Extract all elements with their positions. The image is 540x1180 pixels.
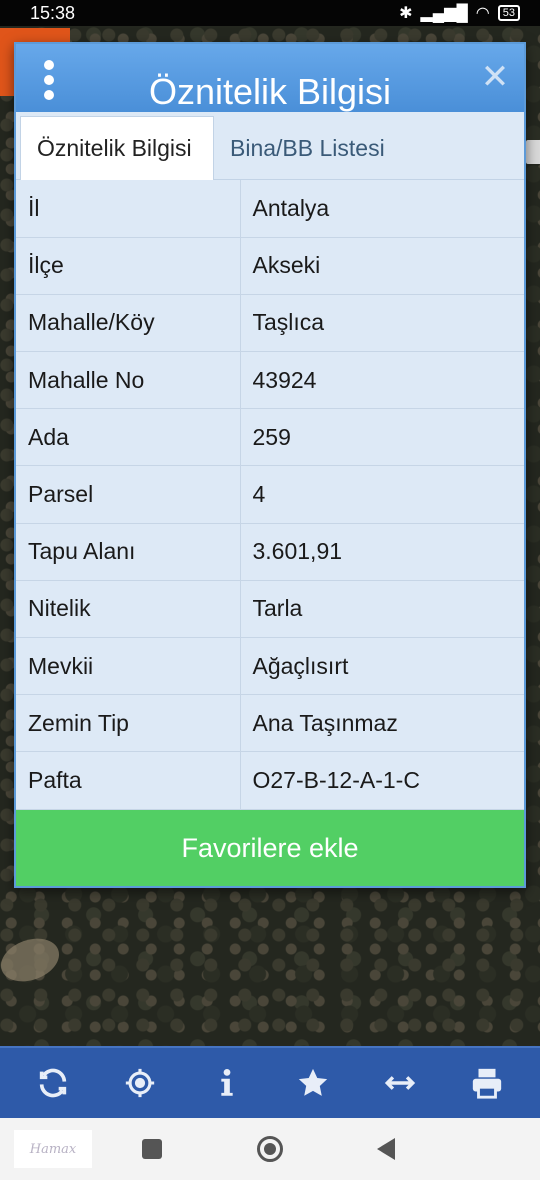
attribute-table: İl Antalya İlçe Akseki Mahalle/Köy Taşlı… [16,180,524,810]
status-icons: ✱ ▂▄▆█ ◠ 53 [399,3,520,23]
wifi-icon: ◠ [475,5,490,22]
row-value: Tarla [240,580,524,639]
back-icon [377,1138,395,1160]
star-icon[interactable] [283,1053,343,1113]
table-row: Mevkii Ağaçlısırt [16,637,524,696]
print-icon[interactable] [457,1053,517,1113]
row-key: Tapu Alanı [16,523,241,581]
table-row: Parsel 4 [16,465,524,524]
row-key: Mahalle/Köy [16,294,241,353]
tab-attribute-info[interactable]: Öznitelik Bilgisi [20,116,214,180]
bluetooth-icon: ✱ [399,5,413,22]
home-icon [257,1136,283,1162]
map-side-button[interactable] [526,140,540,164]
row-key: Mahalle No [16,351,241,410]
row-key: İl [16,180,241,238]
row-value: O27-B-12-A-1-C [240,751,524,810]
table-row: Ada 259 [16,408,524,467]
row-value: Antalya [240,180,524,238]
recents-button[interactable] [122,1118,182,1180]
add-favorite-button[interactable]: Favorilere ekle [16,810,524,886]
row-value: 3.601,91 [240,523,524,581]
row-key: Pafta [16,751,241,810]
logo: Hamax [14,1130,92,1168]
table-row: Mahalle/Köy Taşlıca [16,294,524,353]
table-row: Zemin Tip Ana Taşınmaz [16,694,524,753]
back-button[interactable] [356,1118,416,1180]
table-row: Nitelik Tarla [16,580,524,639]
row-value: Ana Taşınmaz [240,694,524,753]
attribute-dialog: Öznitelik Bilgisi ✕ Öznitelik Bilgisi Bi… [14,42,526,888]
row-value: Taşlıca [240,294,524,353]
measure-icon[interactable] [370,1053,430,1113]
bottom-toolbar [0,1046,540,1118]
row-key: Zemin Tip [16,694,241,753]
dialog-title: Öznitelik Bilgisi [148,71,392,112]
square-icon [142,1139,162,1159]
signal-icon: ▂▄▆█ [420,5,468,22]
tab-building-list[interactable]: Bina/BB Listesi [214,116,401,180]
close-icon[interactable]: ✕ [480,60,510,94]
dialog-tabs: Öznitelik Bilgisi Bina/BB Listesi [16,112,524,180]
row-value: 4 [240,465,524,524]
row-key: Parsel [16,465,241,524]
system-nav-bar: Hamax [0,1118,540,1180]
locate-icon[interactable] [110,1053,170,1113]
battery-icon: 53 [497,5,520,21]
table-row: İl Antalya [16,180,524,238]
row-key: Nitelik [16,580,241,639]
home-button[interactable] [240,1118,300,1180]
row-key: İlçe [16,237,241,295]
refresh-icon[interactable] [23,1053,83,1113]
status-bar: 15:38 ✱ ▂▄▆█ ◠ 53 [0,0,540,26]
row-key: Ada [16,408,241,467]
table-row: İlçe Akseki [16,237,524,295]
row-value: 259 [240,408,524,467]
row-value: 43924 [240,351,524,410]
table-row: Mahalle No 43924 [16,351,524,410]
dialog-header: Öznitelik Bilgisi ✕ [16,44,524,112]
status-time: 15:38 [30,2,76,23]
table-row: Tapu Alanı 3.601,91 [16,523,524,581]
row-key: Mevkii [16,637,241,696]
row-value: Akseki [240,237,524,295]
table-row: Pafta O27-B-12-A-1-C [16,751,524,810]
row-value: Ağaçlısırt [240,637,524,696]
info-icon[interactable] [197,1053,257,1113]
